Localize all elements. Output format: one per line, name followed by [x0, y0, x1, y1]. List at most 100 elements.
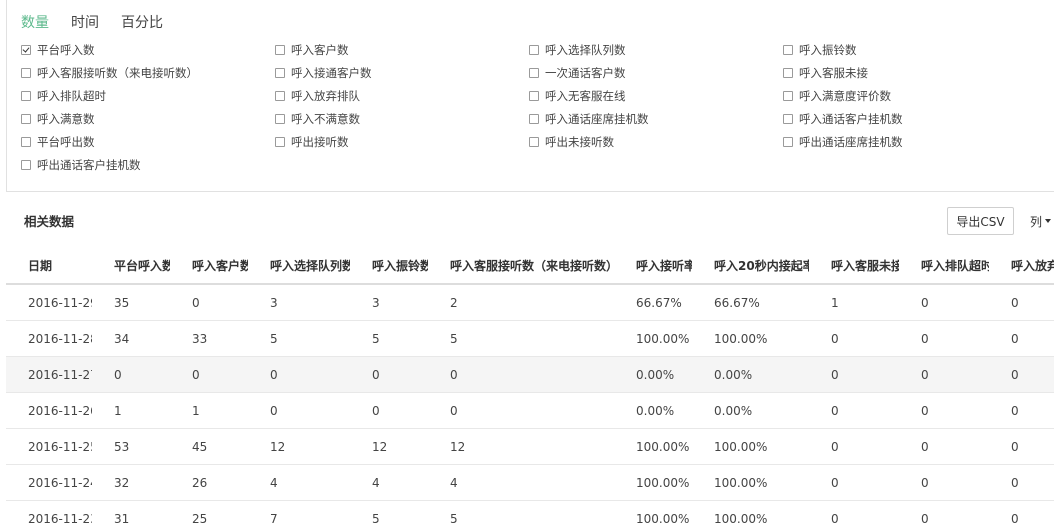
table-cell: 0 — [989, 500, 1054, 531]
metric-checkbox[interactable]: 呼出通话座席挂机数 — [783, 132, 903, 152]
metric-checkbox[interactable]: 呼入选择队列数 — [529, 40, 626, 60]
checkbox-unchecked-icon[interactable] — [21, 68, 31, 78]
table-cell: 0 — [989, 320, 1054, 357]
metric-checkbox[interactable]: 呼出未接听数 — [529, 132, 614, 152]
checkbox-label: 呼出通话座席挂机数 — [799, 135, 903, 149]
column-header[interactable]: 呼入接听率 — [614, 248, 692, 285]
checkbox-unchecked-icon[interactable] — [21, 91, 31, 101]
checkbox-unchecked-icon[interactable] — [783, 114, 793, 124]
metric-checkbox[interactable]: 呼入通话座席挂机数 — [529, 109, 649, 129]
column-header[interactable]: 呼入客服未接 — [809, 248, 899, 285]
checkbox-unchecked-icon[interactable] — [529, 114, 539, 124]
checkbox-unchecked-icon[interactable] — [529, 91, 539, 101]
checkbox-unchecked-icon[interactable] — [529, 137, 539, 147]
table-cell: 0 — [248, 356, 350, 393]
checkbox-checked-icon[interactable] — [21, 45, 31, 55]
table-header-row: 日期 平台呼入数 呼入客户数 呼入选择队列数 呼入振铃数 呼入客服接听数（来电接听数） 呼入… — [6, 248, 1054, 285]
column-header[interactable]: 日期 — [6, 248, 92, 285]
checkbox-label: 呼入通话座席挂机数 — [545, 112, 649, 126]
table-cell: 5 — [350, 320, 428, 357]
table-cell: 100.00% — [614, 500, 692, 531]
metric-checkbox[interactable]: 呼入通话客户挂机数 — [783, 109, 903, 129]
metric-checkbox[interactable]: 呼入满意数 — [21, 109, 95, 129]
column-header[interactable]: 呼入振铃数 — [350, 248, 428, 285]
table-cell: 66.67% — [614, 284, 692, 321]
checkbox-unchecked-icon[interactable] — [275, 137, 285, 147]
metric-checkbox[interactable]: 呼入接通客户数 — [275, 63, 372, 83]
metric-checkbox[interactable]: 呼入无客服在线 — [529, 86, 626, 106]
metric-checkbox[interactable]: 呼入不满意数 — [275, 109, 360, 129]
checkbox-unchecked-icon[interactable] — [783, 68, 793, 78]
column-header[interactable]: 呼入选择队列数 — [248, 248, 350, 285]
checkbox-row: 呼入满意数 呼入不满意数 呼入通话座席挂机数 呼入通话客户挂机数 — [21, 109, 1051, 132]
checkbox-unchecked-icon[interactable] — [783, 91, 793, 101]
export-csv-button[interactable]: 导出CSV — [947, 207, 1014, 235]
table-cell: 0 — [989, 284, 1054, 321]
checkbox-row: 呼出通话客户挂机数 — [21, 155, 1051, 178]
table-cell: 0 — [989, 464, 1054, 501]
table-row[interactable]: 2016-11-23 31 25 7 5 5 100.00% 100.00% 0 0 0 — [6, 500, 1054, 531]
checkbox-unchecked-icon[interactable] — [275, 114, 285, 124]
metric-checkbox[interactable]: 呼入客服未接 — [783, 63, 868, 83]
table-cell: 100.00% — [614, 464, 692, 501]
table-cell: 0.00% — [614, 392, 692, 429]
column-header[interactable]: 平台呼入数 — [92, 248, 170, 285]
metric-checkbox[interactable]: 一次通话客户数 — [529, 63, 626, 83]
metric-checkbox[interactable]: 呼入客户数 — [275, 40, 349, 60]
table-cell: 0.00% — [614, 356, 692, 393]
table-cell: 12 — [248, 428, 350, 465]
column-header[interactable]: 呼入客户数 — [170, 248, 248, 285]
metric-checkbox[interactable]: 呼出通话客户挂机数 — [21, 155, 141, 175]
table-cell: 12 — [428, 428, 614, 465]
metric-checkbox[interactable]: 呼出接听数 — [275, 132, 349, 152]
checkbox-unchecked-icon[interactable] — [529, 45, 539, 55]
checkbox-unchecked-icon[interactable] — [529, 68, 539, 78]
tab-2[interactable]: 百分比 — [121, 13, 163, 33]
table-row[interactable]: 2016-11-26 1 1 0 0 0 0.00% 0.00% 0 0 0 — [6, 392, 1054, 429]
metric-checkbox[interactable]: 呼入排队超时 — [21, 86, 106, 106]
metric-checkbox[interactable]: 平台呼入数 — [21, 40, 95, 60]
table-row[interactable]: 2016-11-24 32 26 4 4 4 100.00% 100.00% 0 0 0 — [6, 464, 1054, 501]
metric-checkbox[interactable]: 呼入满意度评价数 — [783, 86, 891, 106]
column-header[interactable]: 呼入排队超时 — [899, 248, 989, 285]
table-cell: 0 — [248, 392, 350, 429]
checkbox-unchecked-icon[interactable] — [21, 114, 31, 124]
table-cell: 0 — [899, 320, 989, 357]
checkbox-unchecked-icon[interactable] — [275, 45, 285, 55]
table-cell: 0 — [809, 428, 899, 465]
table-cell: 1 — [92, 392, 170, 429]
checkbox-unchecked-icon[interactable] — [783, 137, 793, 147]
table-cell: 0 — [899, 356, 989, 393]
metric-checkbox[interactable]: 呼入振铃数 — [783, 40, 857, 60]
metric-checkbox[interactable]: 呼入客服接听数（来电接听数） — [21, 63, 198, 83]
table-cell: 25 — [170, 500, 248, 531]
columns-dropdown-button[interactable]: 列 — [1024, 207, 1054, 235]
table-cell: 33 — [170, 320, 248, 357]
checkbox-unchecked-icon[interactable] — [275, 91, 285, 101]
table-cell: 2016-11-25 — [6, 428, 92, 465]
column-header[interactable]: 呼入20秒内接起率 — [692, 248, 809, 285]
checkbox-unchecked-icon[interactable] — [21, 160, 31, 170]
checkbox-unchecked-icon[interactable] — [783, 45, 793, 55]
table-cell: 26 — [170, 464, 248, 501]
column-header[interactable]: 呼入客服接听数（来电接听数） — [428, 248, 614, 285]
tab-0[interactable]: 数量 — [21, 13, 49, 33]
data-table-container[interactable]: 日期 平台呼入数 呼入客户数 呼入选择队列数 呼入振铃数 呼入客服接听数（来电接听数） 呼入… — [6, 248, 1054, 531]
tab-1[interactable]: 时间 — [71, 13, 99, 33]
table-cell: 2016-11-28 — [6, 320, 92, 357]
table-row[interactable]: 2016-11-29 35 0 3 3 2 66.67% 66.67% 1 0 0 — [6, 284, 1054, 321]
checkbox-unchecked-icon[interactable] — [21, 137, 31, 147]
checkbox-label: 呼入排队超时 — [37, 89, 106, 103]
checkbox-label: 呼出接听数 — [291, 135, 349, 149]
table-row[interactable]: 2016-11-28 34 33 5 5 5 100.00% 100.00% 0 0 0 — [6, 320, 1054, 357]
checkbox-unchecked-icon[interactable] — [275, 68, 285, 78]
table-row[interactable]: 2016-11-25 53 45 12 12 12 100.00% 100.00% 0 0 0 — [6, 428, 1054, 465]
column-header[interactable]: 呼入放弃排队 — [989, 248, 1054, 285]
table-cell: 2016-11-26 — [6, 392, 92, 429]
metric-checkbox[interactable]: 平台呼出数 — [21, 132, 95, 152]
table-row[interactable]: 2016-11-27 0 0 0 0 0 0.00% 0.00% 0 0 0 — [6, 356, 1054, 393]
columns-dropdown-label: 列 — [1030, 214, 1043, 229]
metric-checkbox[interactable]: 呼入放弃排队 — [275, 86, 360, 106]
checkbox-label: 呼出未接听数 — [545, 135, 614, 149]
table-cell: 34 — [92, 320, 170, 357]
